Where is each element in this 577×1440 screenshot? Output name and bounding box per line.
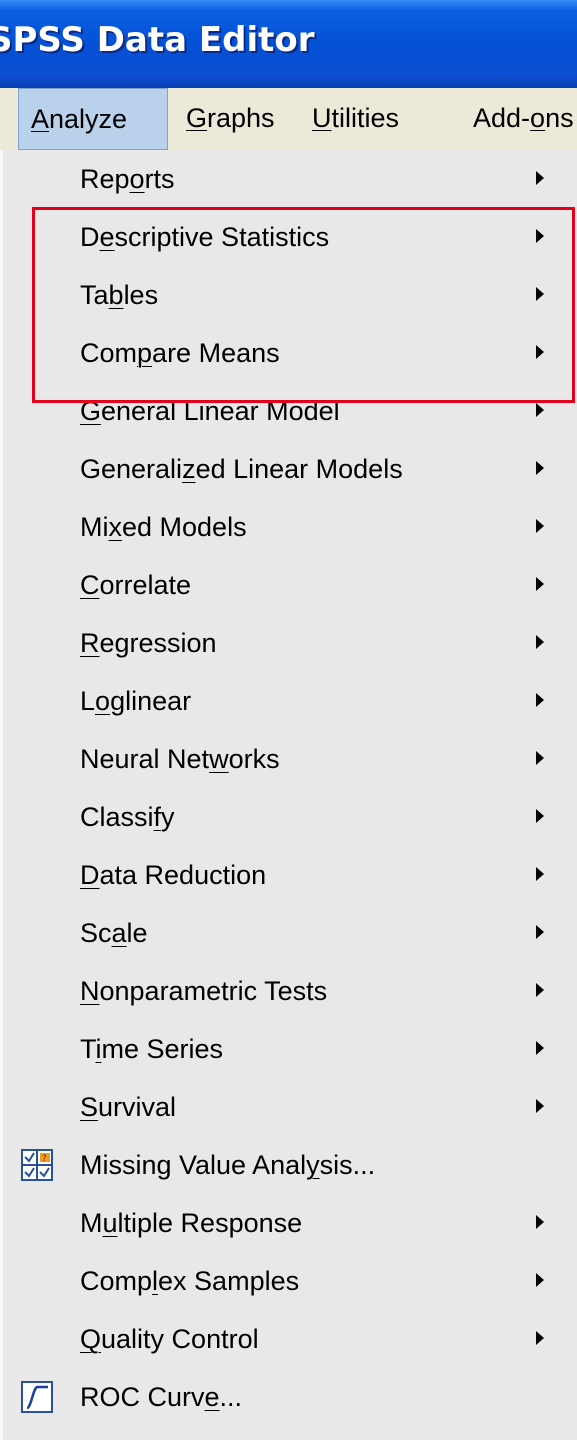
menu-item-label: Correlate [80,570,192,600]
submenu-arrow-icon [536,1099,544,1113]
menu-utilities-label: Utilities [312,103,400,133]
submenu-arrow-icon [536,403,544,417]
submenu-arrow-icon [536,693,544,707]
menu-item-label: Descriptive Statistics [80,222,330,252]
menu-item-general-linear-model[interactable]: General Linear Model [3,382,577,440]
menu-item-mixed-models[interactable]: Mixed Models [3,498,577,556]
menu-add-ons-label: Add-ons [473,103,574,133]
menu-item-generalized-linear-models[interactable]: Generalized Linear Models [3,440,577,498]
menu-item-reports[interactable]: Reports [3,150,577,208]
submenu-arrow-icon [536,1041,544,1055]
menu-item-descriptive-statistics[interactable]: Descriptive Statistics [3,208,577,266]
menu-item-label: Scale [80,918,148,948]
menu-item-label: Time Series [80,1034,224,1064]
roc-curve-icon [21,1381,53,1413]
menu-item-time-series[interactable]: Time Series [3,1020,577,1078]
menu-item-label: ROC Curve... [80,1382,243,1412]
menu-item-multiple-response[interactable]: Multiple Response [3,1194,577,1252]
menu-bar: Analyze Graphs Utilities Add-ons [0,88,577,151]
menu-item-label: General Linear Model [80,396,340,426]
menu-item-quality-control[interactable]: Quality Control [3,1310,577,1368]
menu-item-tables[interactable]: Tables [3,266,577,324]
menu-item-scale[interactable]: Scale [3,904,577,962]
menu-item-label: Neural Networks [80,744,280,774]
menu-item-data-reduction[interactable]: Data Reduction [3,846,577,904]
submenu-arrow-icon [536,983,544,997]
submenu-arrow-icon [536,171,544,185]
menu-item-label: Quality Control [80,1324,259,1354]
menu-item-neural-networks[interactable]: Neural Networks [3,730,577,788]
spss-window: SPSS Data Editor Analyze Graphs Utilitie… [0,0,577,1440]
menu-item-complex-samples[interactable]: Complex Samples [3,1252,577,1310]
analyze-dropdown-menu: Reports Descriptive Statistics Tables Compa… [0,150,577,1440]
submenu-arrow-icon [536,867,544,881]
missing-value-icon: ? [21,1149,53,1181]
menu-analyze[interactable]: Analyze [18,88,168,150]
submenu-arrow-icon [536,925,544,939]
menu-item-label: Generalized Linear Models [80,454,403,484]
submenu-arrow-icon [536,1215,544,1229]
menu-item-compare-means[interactable]: Compare Means [3,324,577,382]
menu-item-survival[interactable]: Survival [3,1078,577,1136]
menu-item-regression[interactable]: Regression [3,614,577,672]
submenu-arrow-icon [536,809,544,823]
menu-item-label: Nonparametric Tests [80,976,328,1006]
menu-graphs[interactable]: Graphs [186,88,275,150]
menu-item-nonparametric-tests[interactable]: Nonparametric Tests [3,962,577,1020]
menu-graphs-label: Graphs [186,103,275,133]
submenu-arrow-icon [536,229,544,243]
menu-item-classify[interactable]: Classify [3,788,577,846]
menu-item-label: Loglinear [80,686,192,716]
menu-item-label: Multiple Response [80,1208,303,1238]
menu-item-roc-curve[interactable]: ROC Curve... [3,1368,577,1426]
submenu-arrow-icon [536,519,544,533]
menu-item-label: Mixed Models [80,512,247,542]
menu-item-correlate[interactable]: Correlate [3,556,577,614]
menu-item-label: Regression [80,628,217,658]
submenu-arrow-icon [536,461,544,475]
submenu-arrow-icon [536,751,544,765]
submenu-arrow-icon [536,635,544,649]
menu-analyze-label: Analyze [31,104,128,134]
menu-item-label: Compare Means [80,338,280,368]
submenu-arrow-icon [536,1273,544,1287]
menu-item-label: Complex Samples [80,1266,300,1296]
submenu-arrow-icon [536,287,544,301]
menu-item-loglinear[interactable]: Loglinear [3,672,577,730]
title-bar[interactable]: SPSS Data Editor [0,0,577,88]
menu-utilities[interactable]: Utilities [312,88,399,150]
submenu-arrow-icon [536,1331,544,1345]
menu-add-ons[interactable]: Add-ons [473,88,574,150]
window-title: SPSS Data Editor [0,20,315,60]
svg-text:?: ? [42,1154,47,1164]
menu-item-label: Classify [80,802,175,832]
menu-item-label: Tables [80,280,159,310]
menu-item-label: Missing Value Analysis... [80,1150,376,1180]
menu-item-label: Reports [80,164,175,194]
submenu-arrow-icon [536,577,544,591]
menu-item-missing-value-analysis[interactable]: ? Missing Value Analysis... [3,1136,577,1194]
menu-item-label: Data Reduction [80,860,267,890]
submenu-arrow-icon [536,345,544,359]
menu-item-label: Survival [80,1092,177,1122]
